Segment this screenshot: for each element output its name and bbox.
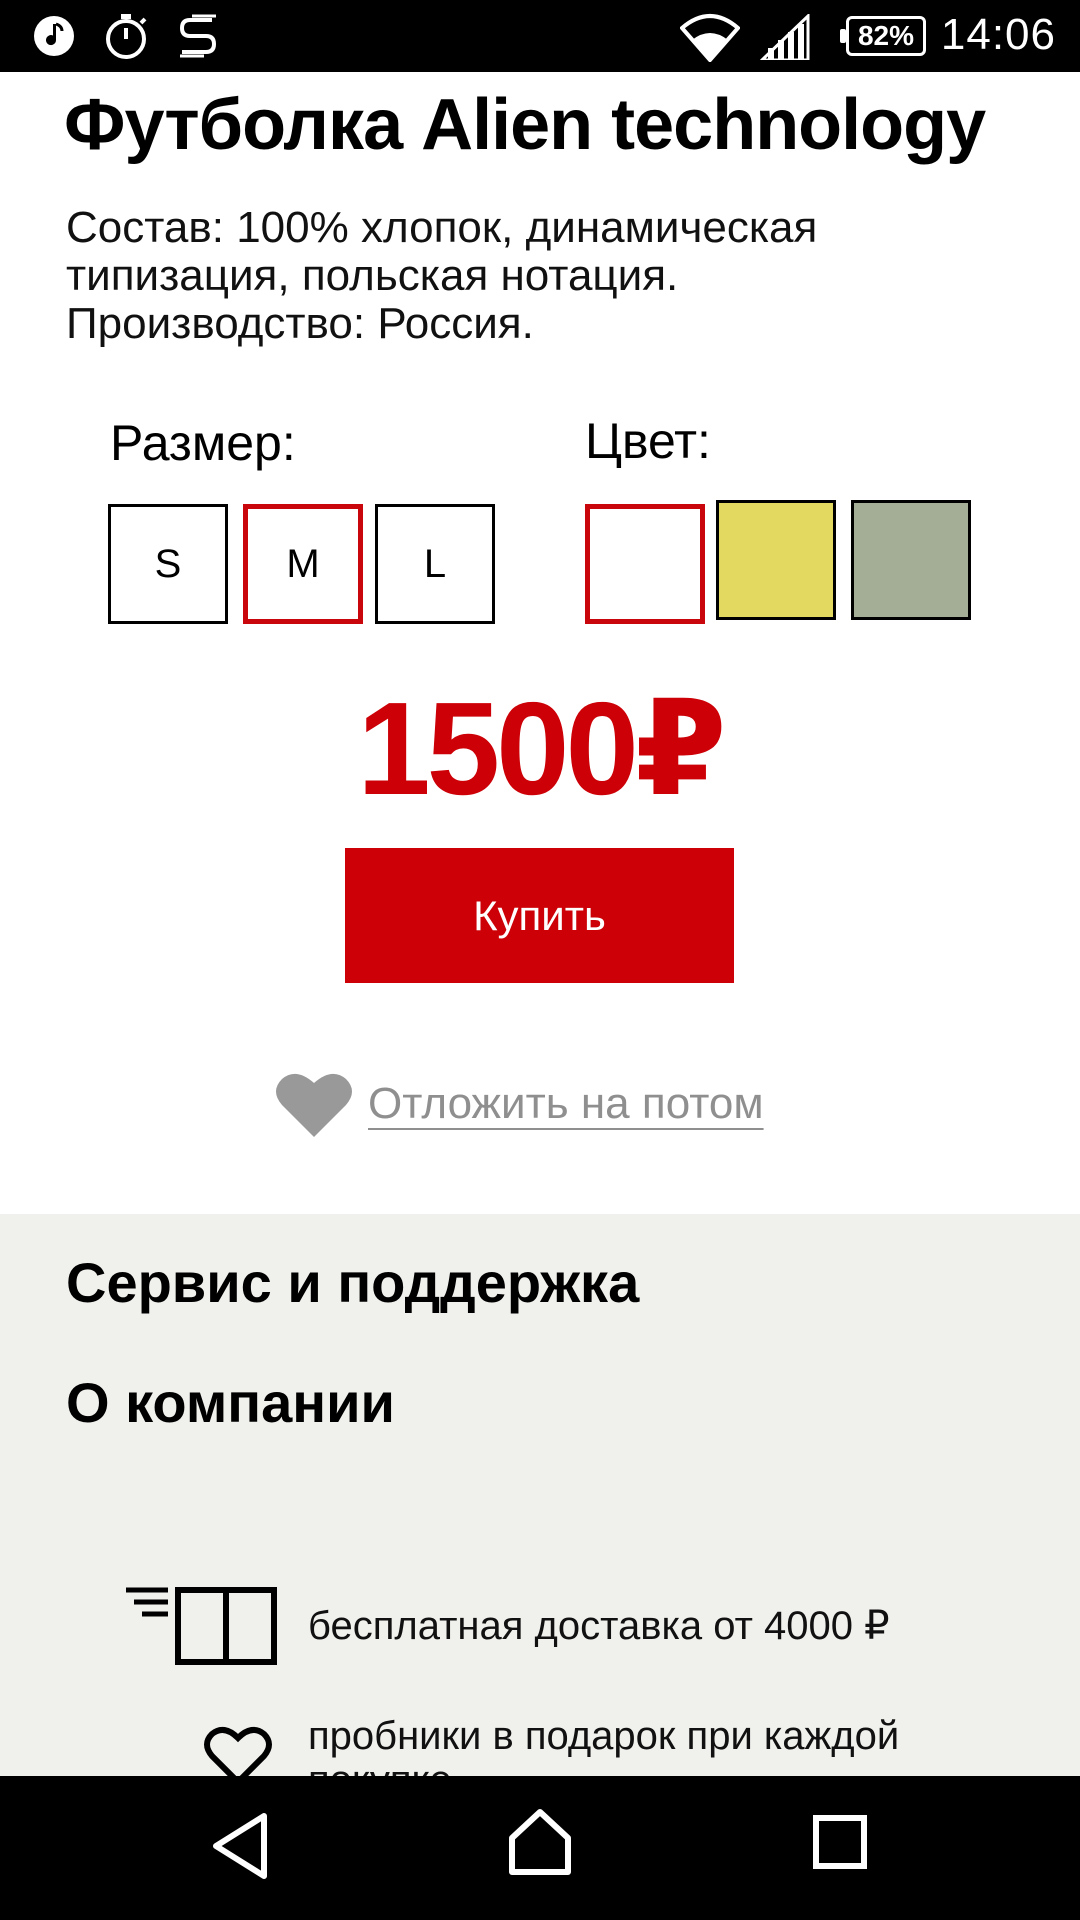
recent-apps-icon[interactable] xyxy=(812,1814,868,1870)
color-option-yellow[interactable] xyxy=(716,500,836,620)
site-footer: Сервис и поддержка О компании бесплатная… xyxy=(0,1214,1080,1802)
save-for-later-label: Отложить на потом xyxy=(368,1079,764,1128)
size-label: Размер: xyxy=(110,415,296,471)
system-nav-bar xyxy=(0,1776,1080,1920)
home-icon[interactable] xyxy=(506,1806,574,1878)
size-option-s[interactable]: S xyxy=(108,504,228,624)
product-title: Футболка Alien technology xyxy=(64,85,986,165)
size-option-m[interactable]: M xyxy=(243,504,363,624)
stopwatch-icon xyxy=(106,14,147,59)
color-option-grey-green[interactable] xyxy=(851,500,971,620)
delivery-truck-icon xyxy=(126,1587,277,1665)
clock: 14:06 xyxy=(940,10,1056,59)
signal-icon xyxy=(760,14,810,60)
description-line: Производство: Россия. xyxy=(66,299,534,348)
size-option-l[interactable]: L xyxy=(375,504,495,624)
product-price: 1500₽ xyxy=(357,675,727,822)
product-description: Состав: 100% хлопок, динамическая типиза… xyxy=(66,204,1026,348)
feature-free-delivery: бесплатная доставка от 4000 ₽ xyxy=(308,1604,890,1648)
footer-link-service[interactable]: Сервис и поддержка xyxy=(66,1250,639,1315)
save-for-later-link[interactable]: Отложить на потом xyxy=(274,1064,764,1144)
battery-indicator: 82% xyxy=(840,16,926,56)
buy-button[interactable]: Купить xyxy=(345,848,734,983)
color-label: Цвет: xyxy=(585,413,711,469)
description-line: типизация, польская нотация. xyxy=(66,251,679,300)
status-bar: 82% 14:06 xyxy=(0,0,1080,72)
color-option-white[interactable] xyxy=(585,504,705,624)
app-s-icon xyxy=(179,14,217,58)
description-line: Состав: 100% хлопок, динамическая xyxy=(66,203,818,252)
heart-icon xyxy=(276,1073,352,1137)
footer-link-about[interactable]: О компании xyxy=(66,1370,395,1435)
wifi-icon xyxy=(680,14,740,62)
back-icon[interactable] xyxy=(210,1810,270,1882)
music-note-icon xyxy=(34,16,74,56)
